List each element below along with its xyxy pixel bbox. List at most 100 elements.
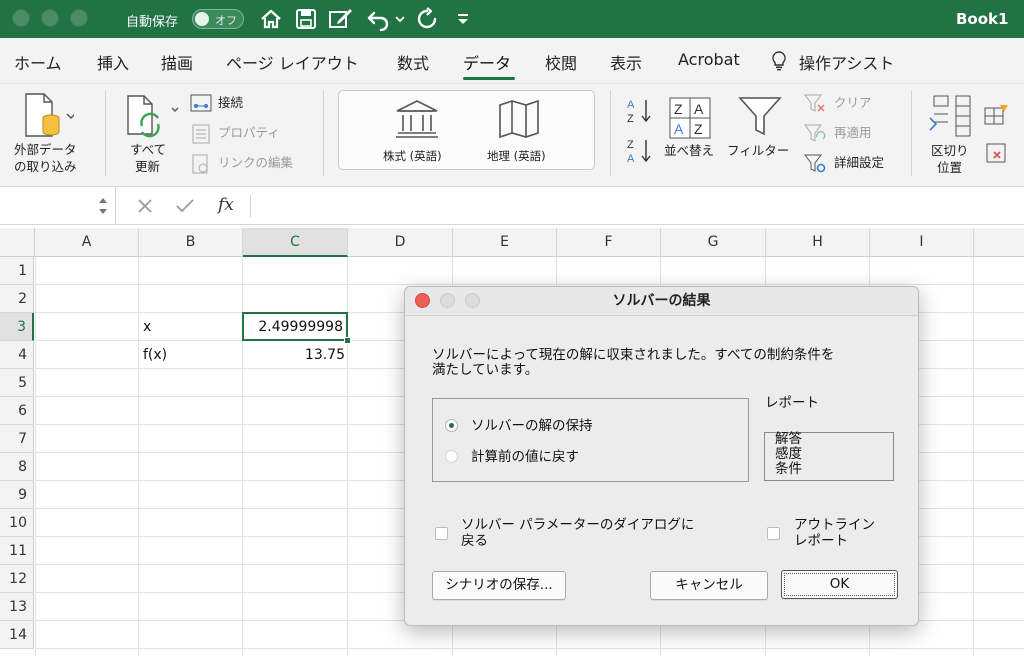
restore-values-radio[interactable] [445, 450, 458, 463]
outline-reports-label-1[interactable]: アウトライン [794, 517, 875, 533]
report-answer[interactable]: 解答 [775, 432, 802, 447]
row-header-4[interactable]: 4 [0, 341, 34, 369]
select-all-corner[interactable] [0, 228, 35, 257]
row-header-5[interactable]: 5 [0, 369, 34, 397]
confirm-entry-icon[interactable] [175, 197, 195, 215]
remove-duplicates-icon[interactable] [986, 142, 1008, 164]
fill-handle[interactable] [344, 337, 351, 344]
advanced-filter-icon[interactable] [804, 153, 826, 173]
external-data-label-2[interactable]: の取り込み [14, 159, 77, 175]
sort-icon[interactable]: Z A A Z [668, 96, 712, 140]
tab-draw[interactable]: 描画 [161, 50, 193, 74]
window-close-button[interactable] [12, 9, 30, 27]
row-header-14[interactable]: 14 [0, 621, 34, 649]
edit-links-label[interactable]: リンクの編集 [218, 155, 293, 171]
name-box[interactable] [0, 187, 116, 224]
refresh-all-icon[interactable] [124, 94, 180, 140]
tab-insert[interactable]: 挿入 [97, 50, 129, 74]
outline-reports-label-2[interactable]: レポート [794, 533, 848, 549]
row-header-2[interactable]: 2 [0, 285, 34, 313]
insert-function-button[interactable]: fx [218, 195, 234, 215]
report-limits[interactable]: 条件 [775, 462, 802, 477]
column-header-g[interactable]: G [661, 228, 766, 257]
column-header-d[interactable]: D [348, 228, 453, 257]
text-to-columns-icon[interactable] [926, 94, 972, 138]
external-data-icon[interactable] [22, 92, 74, 140]
redo-icon[interactable] [415, 7, 439, 31]
cancel-entry-icon[interactable] [136, 197, 154, 215]
column-header-j[interactable] [974, 228, 1024, 257]
reapply-label[interactable]: 再適用 [834, 125, 872, 141]
ok-button[interactable]: OK [781, 570, 898, 599]
return-to-dialog-label-2[interactable]: 戻る [461, 533, 488, 549]
return-to-dialog-label-1[interactable]: ソルバー パラメーターのダイアログに [461, 517, 694, 533]
window-minimize-button[interactable] [41, 9, 59, 27]
text-to-columns-label-2[interactable]: 位置 [937, 160, 962, 176]
row-header-1[interactable]: 1 [0, 257, 34, 285]
refresh-all-label-1[interactable]: すべて [130, 142, 166, 158]
window-zoom-button[interactable] [70, 9, 88, 27]
cell-b4[interactable]: f(x) [143, 341, 167, 369]
row-header-6[interactable]: 6 [0, 397, 34, 425]
advanced-label[interactable]: 詳細設定 [834, 155, 884, 171]
tab-page-layout[interactable]: ページ レイアウト [226, 50, 359, 74]
tab-view[interactable]: 表示 [610, 50, 642, 74]
cell-c4[interactable]: 13.75 [243, 341, 345, 369]
column-header-c[interactable]: C [243, 228, 348, 257]
clear-label[interactable]: クリア [834, 95, 872, 111]
connections-label[interactable]: 接続 [218, 95, 243, 111]
row-header-7[interactable]: 7 [0, 425, 34, 453]
undo-dropdown-icon[interactable] [395, 14, 405, 24]
filter-label[interactable]: フィルター [727, 143, 789, 159]
autosave-toggle[interactable]: オフ [192, 9, 244, 29]
stocks-label[interactable]: 株式 (英語) [383, 148, 442, 164]
tab-review[interactable]: 校閲 [545, 50, 577, 74]
row-header-3[interactable]: 3 [0, 313, 34, 341]
row-header-8[interactable]: 8 [0, 453, 34, 481]
flash-fill-icon[interactable] [984, 104, 1010, 126]
tab-tell-me[interactable]: 操作アシスト [799, 50, 894, 74]
keep-solution-radio[interactable] [445, 419, 458, 432]
row-header-10[interactable]: 10 [0, 509, 34, 537]
tab-acrobat[interactable]: Acrobat [678, 50, 740, 69]
outline-reports-checkbox[interactable] [767, 527, 780, 540]
reports-listbox[interactable]: 解答 感度 条件 [764, 432, 894, 481]
column-header-e[interactable]: E [453, 228, 557, 257]
map-icon[interactable] [497, 99, 541, 139]
row-header-13[interactable]: 13 [0, 593, 34, 621]
connections-icon[interactable] [190, 94, 212, 112]
home-icon[interactable] [259, 7, 283, 31]
keep-solution-label[interactable]: ソルバーの解の保持 [471, 418, 593, 434]
active-cell-c3[interactable]: 2.49999998 [242, 312, 351, 344]
external-data-label-1[interactable]: 外部データ [14, 142, 77, 158]
tab-home[interactable]: ホーム [14, 50, 62, 74]
tab-data[interactable]: データ [463, 50, 511, 74]
sort-descending-icon[interactable]: Z A [626, 136, 656, 166]
bank-icon[interactable] [395, 99, 439, 139]
formula-input[interactable] [256, 187, 1024, 224]
save-scenario-button[interactable]: シナリオの保存... [432, 571, 566, 600]
column-header-i[interactable]: I [870, 228, 974, 257]
row-header-12[interactable]: 12 [0, 565, 34, 593]
cancel-button[interactable]: キャンセル [650, 571, 768, 600]
return-to-dialog-checkbox[interactable] [435, 527, 448, 540]
column-header-b[interactable]: B [139, 228, 243, 257]
row-header-11[interactable]: 11 [0, 537, 34, 565]
geography-label[interactable]: 地理 (英語) [487, 148, 546, 164]
undo-icon[interactable] [366, 7, 390, 31]
cell-b3[interactable]: x [143, 313, 151, 341]
sort-label[interactable]: 並べ替え [664, 143, 714, 159]
edit-icon[interactable] [328, 7, 354, 31]
filter-icon[interactable] [738, 94, 782, 138]
name-box-stepper-icon[interactable] [98, 194, 108, 218]
column-header-f[interactable]: F [557, 228, 661, 257]
report-sensitivity[interactable]: 感度 [775, 447, 802, 462]
dialog-close-button[interactable] [415, 293, 430, 308]
sort-ascending-icon[interactable]: A Z [626, 96, 656, 126]
tab-formulas[interactable]: 数式 [397, 50, 429, 74]
row-header-9[interactable]: 9 [0, 481, 34, 509]
refresh-all-label-2[interactable]: 更新 [135, 159, 160, 175]
customize-toolbar-icon[interactable] [456, 12, 470, 26]
text-to-columns-label-1[interactable]: 区切り [931, 143, 969, 159]
restore-values-label[interactable]: 計算前の値に戻す [471, 449, 579, 465]
